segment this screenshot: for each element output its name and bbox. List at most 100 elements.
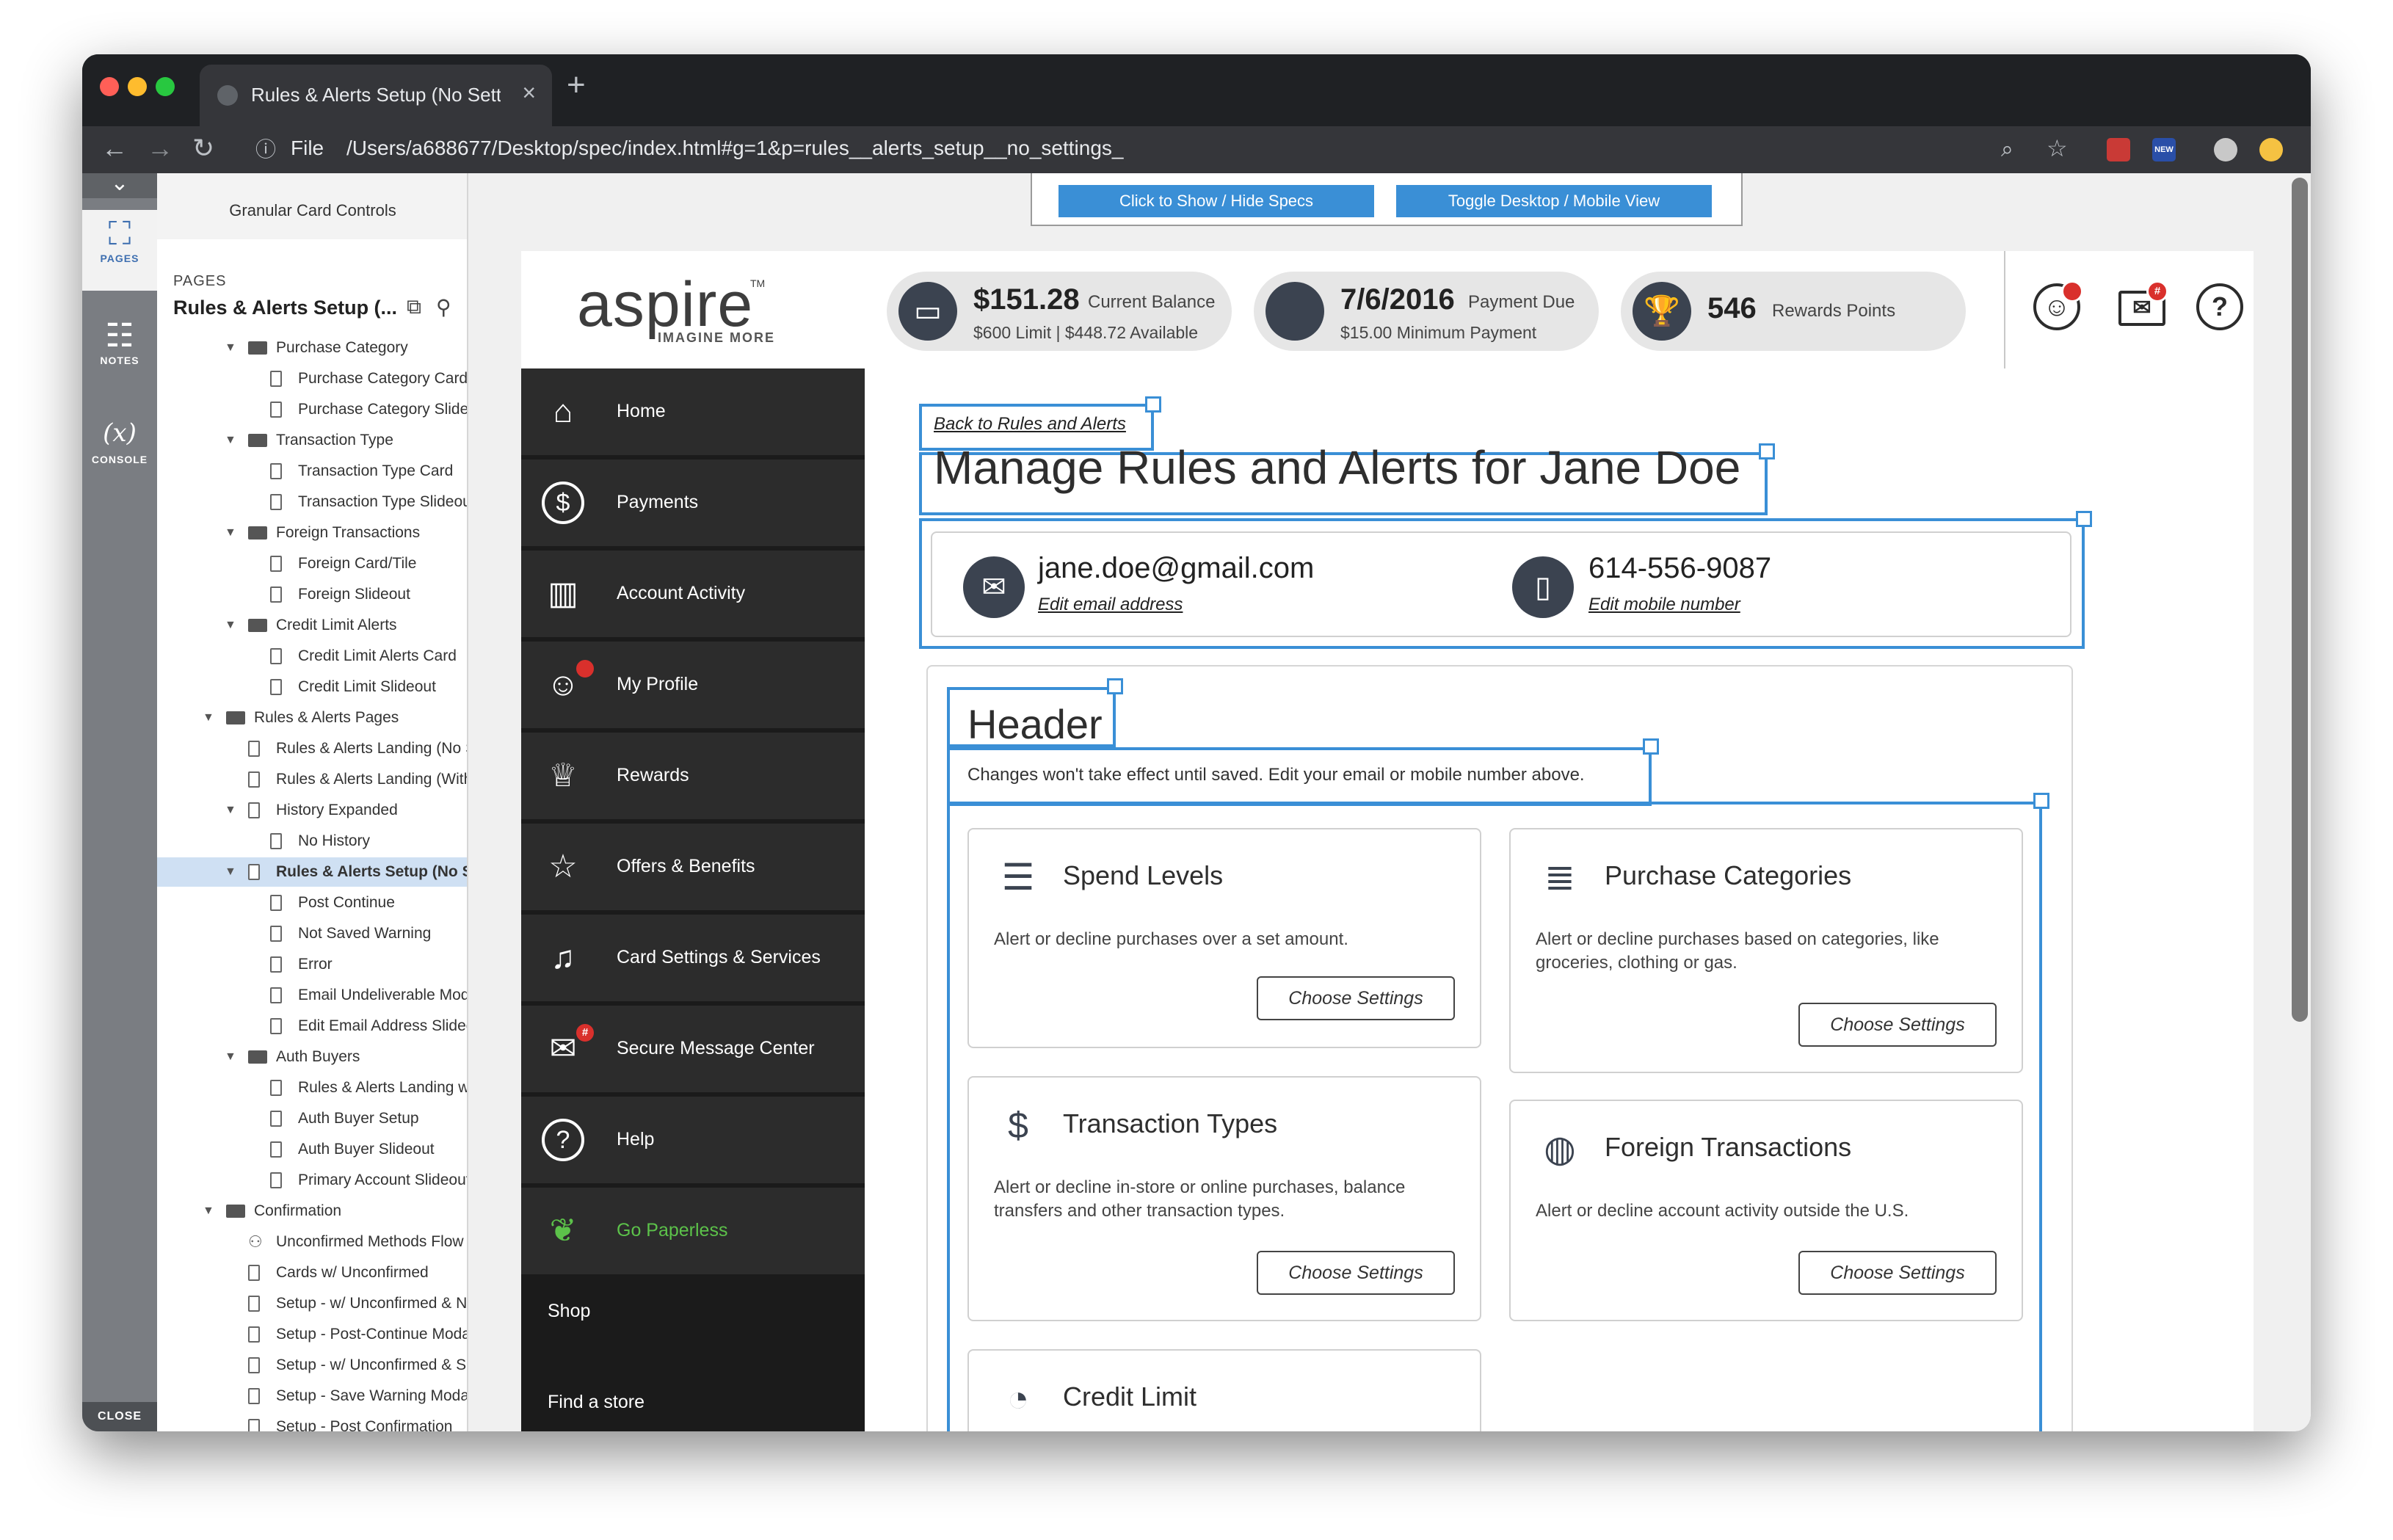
bar-chart-icon: ▥ xyxy=(548,575,578,611)
expand-arrow-icon[interactable]: ▼ xyxy=(225,426,236,455)
tree-folder[interactable]: ▼ Auth Buyers xyxy=(157,1042,467,1072)
tree-page[interactable]: Credit Limit Alerts Card xyxy=(157,642,467,671)
tree-page[interactable]: Not Saved Warning xyxy=(157,919,467,948)
spec-note-icon[interactable] xyxy=(1145,396,1161,413)
browser-tab[interactable]: Rules & Alerts Setup (No Settin × xyxy=(200,65,552,126)
tree-folder[interactable]: ▼ Foreign Transactions xyxy=(157,518,467,548)
tree-page[interactable]: ▼ History Expanded xyxy=(157,796,467,825)
rail-console[interactable]: (x) CONSOLE xyxy=(82,418,157,484)
edit-mobile-link[interactable]: Edit mobile number xyxy=(1588,595,1740,615)
tree-page[interactable]: Edit Email Address Slideout xyxy=(157,1011,467,1041)
expand-arrow-icon[interactable]: ▼ xyxy=(225,1042,236,1072)
maximize-window-button[interactable] xyxy=(156,77,175,96)
nav-item-go-paperless[interactable]: ❦ Go Paperless xyxy=(521,1188,865,1276)
toggle-view-button[interactable]: Toggle Desktop / Mobile View xyxy=(1396,185,1712,217)
tree-page[interactable]: ▼ Rules & Alerts Setup (No Settings) xyxy=(157,857,467,887)
nav-item-secure-message-center[interactable]: ✉ # Secure Message Center xyxy=(521,1006,865,1094)
nav-item-account-activity[interactable]: ▥ Account Activity xyxy=(521,551,865,639)
collapse-toggle[interactable]: ⌄ xyxy=(82,173,157,198)
back-icon[interactable]: ← xyxy=(101,134,128,163)
tree-folder[interactable]: ▼ Credit Limit Alerts xyxy=(157,611,467,640)
nav-item-help[interactable]: ? Help xyxy=(521,1097,865,1185)
minimize-window-button[interactable] xyxy=(128,77,147,96)
nav-item-my-profile[interactable]: ☺ My Profile xyxy=(521,642,865,730)
close-window-button[interactable] xyxy=(100,77,119,96)
tree-folder[interactable]: ▼ Purchase Category xyxy=(157,333,467,363)
expand-arrow-icon[interactable]: ▼ xyxy=(225,333,236,363)
spec-note-icon[interactable] xyxy=(1107,678,1123,694)
find-store-link[interactable]: Find a store xyxy=(548,1392,644,1413)
expand-arrow-icon[interactable]: ▼ xyxy=(203,1196,214,1226)
bookmark-star-icon[interactable]: ☆ xyxy=(2047,134,2068,163)
tree-page[interactable]: Foreign Slideout xyxy=(157,580,467,609)
tree-item-label: Setup - Save Warning Modal xyxy=(276,1387,468,1404)
info-icon[interactable]: ⓘ xyxy=(255,135,276,164)
nav-item-offers-benefits[interactable]: ☆ Offers & Benefits xyxy=(521,824,865,912)
expand-arrow-icon[interactable]: ▼ xyxy=(225,518,236,548)
payment-pill[interactable]: 7/6/2016 Payment Due $15.00 Minimum Paym… xyxy=(1254,272,1599,351)
tree-page[interactable]: Rules & Alerts Landing (No Settings) xyxy=(157,734,467,763)
rail-pages[interactable]: ⛶ PAGES xyxy=(82,210,157,291)
tree-page[interactable]: Transaction Type Slideout xyxy=(157,487,467,517)
tree-page[interactable]: Purchase Category Card xyxy=(157,364,467,393)
tree-page[interactable]: Email Undeliverable Modal xyxy=(157,981,467,1010)
page-icon xyxy=(270,987,282,1003)
nav-item-payments[interactable]: $ Payments xyxy=(521,460,865,548)
rewards-pill[interactable]: 🏆 546 Rewards Points xyxy=(1621,272,1966,351)
reload-icon[interactable]: ↻ xyxy=(192,134,214,163)
back-link[interactable]: Back to Rules and Alerts xyxy=(934,414,1126,435)
balance-pill[interactable]: ▭ $151.28 Current Balance $600 Limit | $… xyxy=(887,272,1232,351)
close-button[interactable]: CLOSE xyxy=(82,1402,157,1431)
expand-arrow-icon[interactable]: ▼ xyxy=(225,611,236,640)
export-icon[interactable]: ⧉ xyxy=(407,295,421,319)
tree-folder[interactable]: ▼ Transaction Type xyxy=(157,426,467,455)
spec-note-icon[interactable] xyxy=(1759,443,1775,460)
tree-folder[interactable]: ▼ Confirmation xyxy=(157,1196,467,1226)
tree-page[interactable]: Setup - w/ Unconfirmed & Settings xyxy=(157,1351,467,1380)
spec-note-icon[interactable] xyxy=(2076,511,2092,527)
tree-page[interactable]: Rules & Alerts Landing (With Settings) xyxy=(157,765,467,794)
expand-arrow-icon[interactable]: ▼ xyxy=(225,796,236,825)
tree-page[interactable]: Setup - Post-Continue Modal xyxy=(157,1320,467,1349)
shop-link[interactable]: Shop xyxy=(548,1301,590,1322)
extension-icon[interactable] xyxy=(2107,138,2130,161)
tree-page[interactable]: Post Continue xyxy=(157,888,467,918)
tree-page[interactable]: Primary Account Slideout w/ Auth xyxy=(157,1166,467,1195)
rail-notes[interactable]: ☷ NOTES xyxy=(82,317,157,383)
tree-folder[interactable]: ▼ Rules & Alerts Pages xyxy=(157,703,467,733)
tree-page[interactable]: Auth Buyer Setup xyxy=(157,1104,467,1133)
nav-item-home[interactable]: ⌂ Home xyxy=(521,368,865,457)
expand-arrow-icon[interactable]: ▼ xyxy=(203,703,214,733)
tree-page[interactable]: Error xyxy=(157,950,467,979)
tree-page[interactable]: Setup - Save Warning Modal xyxy=(157,1381,468,1411)
nav-item-card-settings-services[interactable]: ♫ Card Settings & Services xyxy=(521,915,865,1003)
address-bar[interactable]: /Users/a688677/Desktop/spec/index.html#g… xyxy=(346,137,1123,160)
scrollbar[interactable] xyxy=(2292,178,2308,1022)
help-icon[interactable]: ? xyxy=(2196,283,2243,330)
update-icon[interactable] xyxy=(2259,138,2283,161)
spec-note-icon[interactable] xyxy=(1643,738,1659,755)
nav-item-rewards[interactable]: ♕ Rewards xyxy=(521,733,865,821)
avatar[interactable] xyxy=(2214,138,2237,161)
new-tab-icon[interactable]: + xyxy=(567,69,586,101)
tree-page[interactable]: Purchase Category Slideout xyxy=(157,395,467,424)
spec-note-icon[interactable] xyxy=(2033,793,2049,809)
extension-new-icon[interactable]: NEW xyxy=(2152,138,2176,161)
tree-page[interactable]: Foreign Card/Tile xyxy=(157,549,467,578)
tree-page[interactable]: Setup - w/ Unconfirmed & No Settings xyxy=(157,1289,467,1318)
tree-page[interactable]: Rules & Alerts Landing w/ Auth Buyers xyxy=(157,1073,467,1103)
zoom-icon[interactable]: ⌕ xyxy=(2001,135,2013,164)
expand-arrow-icon[interactable]: ▼ xyxy=(225,857,236,887)
tree-page[interactable]: Transaction Type Card xyxy=(157,457,467,486)
tree-page[interactable]: Credit Limit Slideout xyxy=(157,672,467,702)
tree-page[interactable]: Setup - Post Confirmation xyxy=(157,1412,467,1431)
tree-page[interactable]: No History xyxy=(157,827,467,856)
tree-page[interactable]: ⚇ Unconfirmed Methods Flow xyxy=(157,1227,467,1257)
tree-page[interactable]: Cards w/ Unconfirmed xyxy=(157,1258,467,1287)
show-hide-specs-button[interactable]: Click to Show / Hide Specs xyxy=(1058,185,1374,217)
search-pages-icon[interactable]: ⚲ xyxy=(436,295,451,319)
edit-email-link[interactable]: Edit email address xyxy=(1038,595,1183,615)
close-tab-icon[interactable]: × xyxy=(522,79,536,106)
tree-page[interactable]: Auth Buyer Slideout xyxy=(157,1135,467,1164)
forward-icon[interactable]: → xyxy=(147,134,173,163)
